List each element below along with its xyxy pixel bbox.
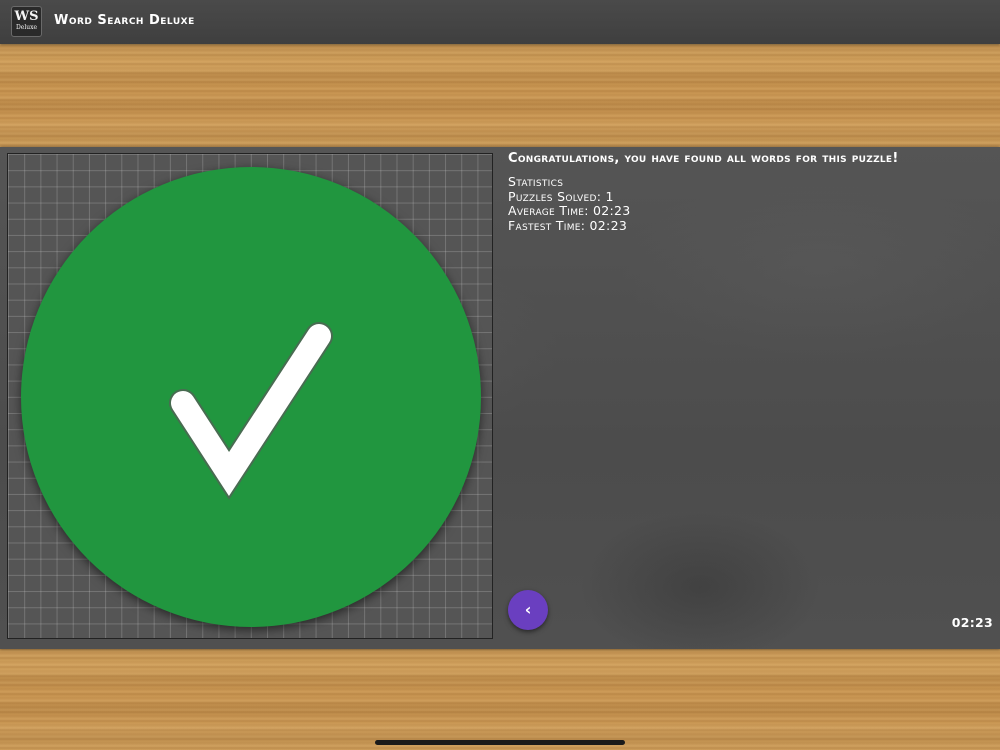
app-logo-subtext: Deluxe [15,24,38,31]
success-badge [21,167,481,627]
fastest-time-stat: Fastest Time: 02:23 [508,217,628,233]
statistics-heading: Statistics [508,174,564,189]
app-logo: WS Deluxe [11,6,42,37]
average-time-stat: Average Time: 02:23 [508,203,631,218]
chalkboard-panel: Congratulations, you have found all word… [0,147,1000,649]
puzzle-grid [7,153,493,639]
back-button[interactable]: ‹ [508,590,548,630]
home-indicator[interactable] [375,740,625,745]
app-logo-text: WS [14,9,39,24]
app-title: Word Search Deluxe [54,13,195,28]
top-bar: WS Deluxe Word Search Deluxe [0,0,1000,44]
statistics-panel: Statistics Puzzles Solved: 1 Average Tim… [508,174,631,233]
chevron-left-icon: ‹ [524,600,532,619]
game-timer: 02:23 [951,615,993,630]
congratulations-message: Congratulations, you have found all word… [508,151,899,166]
wood-background-top [0,44,1000,147]
checkmark-icon [169,322,333,500]
puzzles-solved-stat: Puzzles Solved: 1 [508,188,614,204]
wood-background-bottom [0,649,1000,750]
